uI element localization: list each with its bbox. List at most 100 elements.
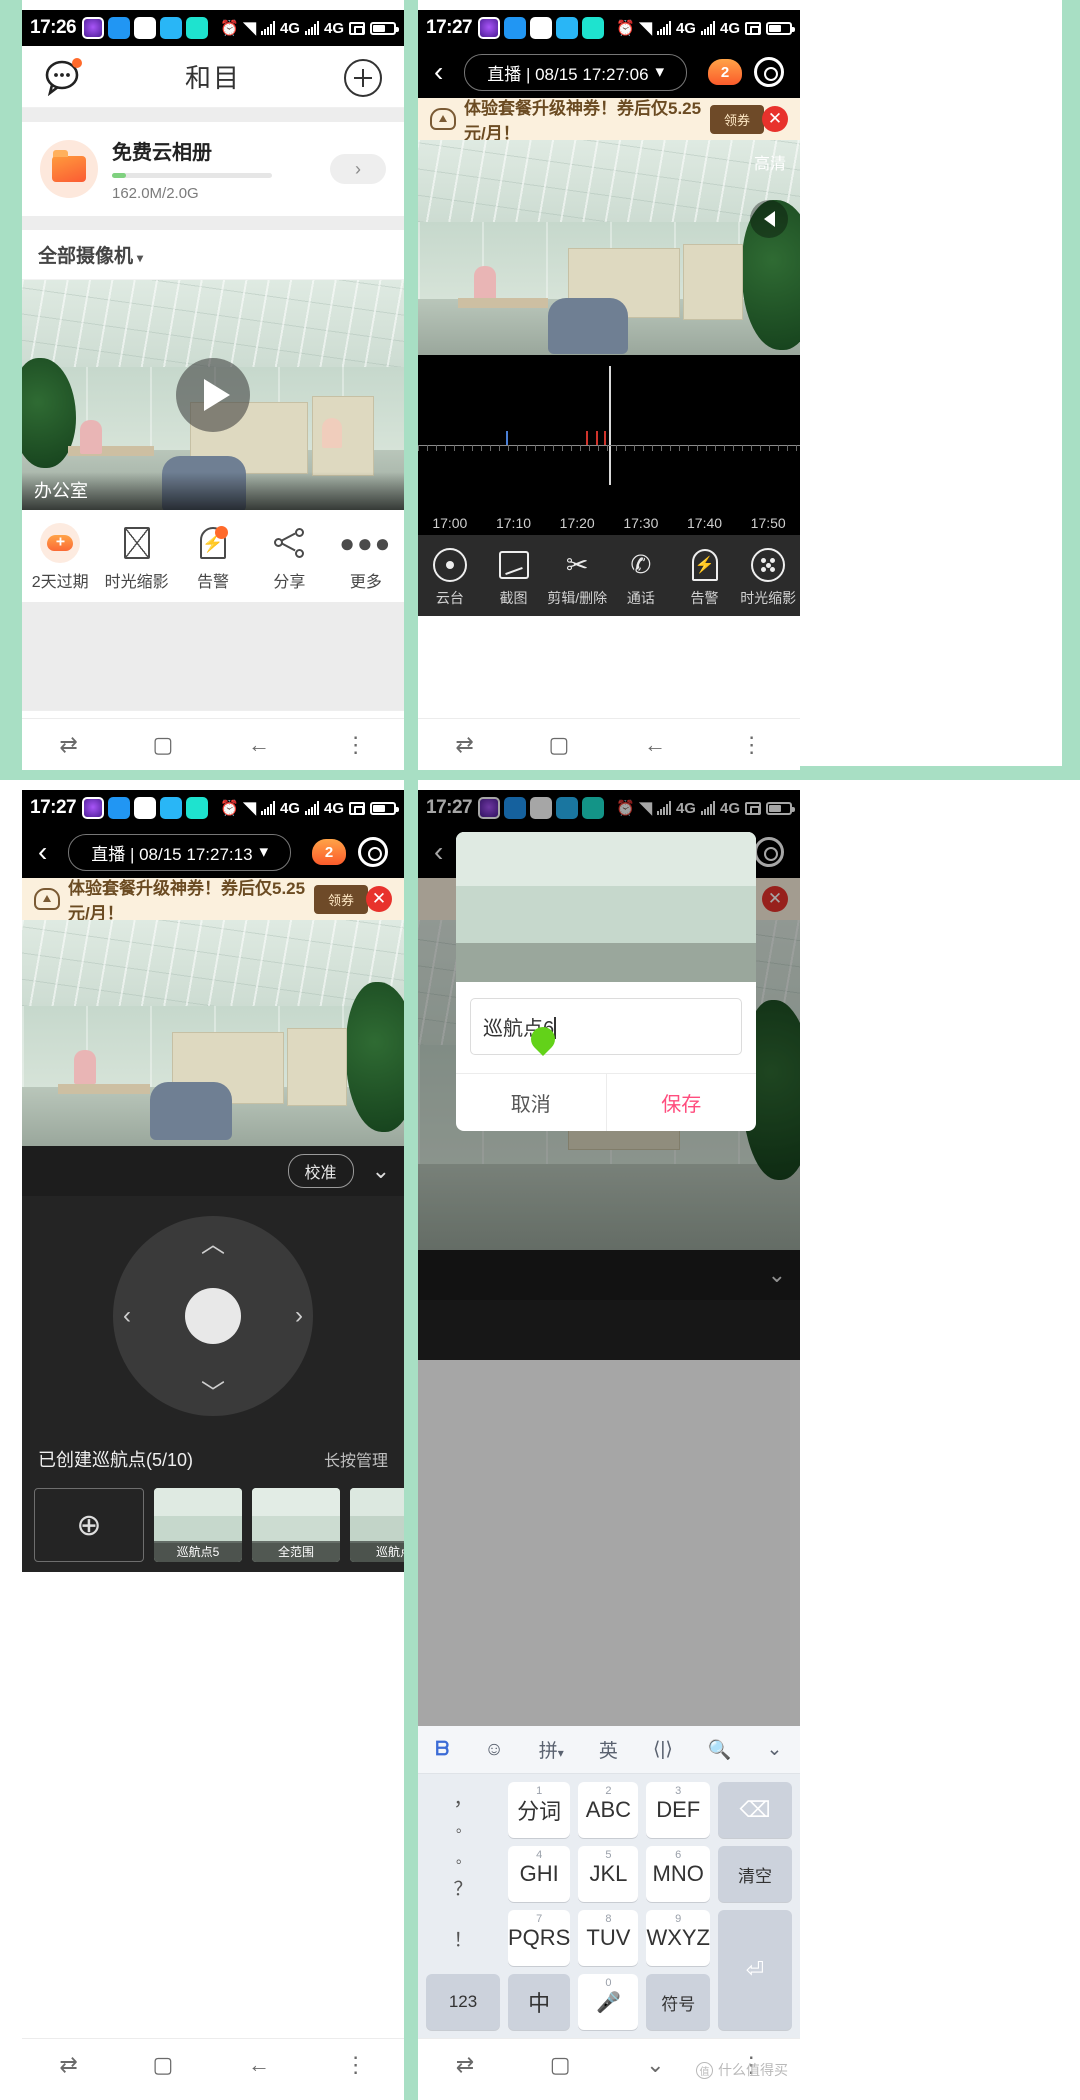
key-fenci[interactable]: 1 分词 — [508, 1782, 571, 1838]
nav-home-icon[interactable]: ▢ — [548, 732, 569, 758]
nav-menu-icon[interactable]: ⋮ — [345, 732, 367, 758]
mic-icon[interactable]: 0 🎤 — [578, 1974, 639, 2030]
tool-clip-delete[interactable]: ✂ 剪辑/删除 — [545, 545, 609, 608]
backspace-icon[interactable]: ⌫ — [718, 1782, 792, 1838]
ad-coupon-button[interactable]: 领券 — [709, 104, 764, 134]
quality-badge[interactable]: 高清 — [754, 150, 786, 174]
camera-filter-dropdown[interactable]: 全部摄像机 ▾ — [22, 230, 404, 280]
action-label: 2天过期 — [31, 574, 89, 591]
nav-home-icon[interactable]: ▢ — [152, 732, 173, 758]
timeline-ticks — [418, 445, 800, 451]
chevron-down-icon[interactable]: ⌄ — [372, 1158, 390, 1184]
key-chinese-switch[interactable]: 中 — [508, 1974, 571, 2030]
ad-banner[interactable]: 体验套餐升级神券！券后仅5.25元/月！ 领券 ✕ — [22, 878, 404, 923]
play-button[interactable] — [176, 358, 250, 432]
emoji-icon[interactable]: ☺ — [484, 1739, 503, 1761]
save-button[interactable]: 保存 — [605, 1074, 757, 1131]
search-icon[interactable]: 🔍 — [708, 1738, 732, 1762]
clipboard-icon[interactable]: ⟨|⟩ — [653, 1738, 673, 1761]
action-alarm[interactable]: ⚡ 告警 — [175, 522, 251, 592]
input-mode-english[interactable]: 英 — [599, 1736, 618, 1763]
status-right: ⏰ ◥ 4G 4G — [220, 18, 399, 38]
ad-coupon-button[interactable]: 领券 — [313, 884, 368, 914]
tool-ptz[interactable]: 云台 — [418, 545, 482, 608]
nav-menu-icon[interactable]: ⋮ — [741, 732, 763, 758]
camera-preview[interactable]: 办公室 — [22, 280, 404, 510]
ad-banner[interactable]: 体验套餐升级神券！券后仅5.25元/月！ 领券 ✕ — [418, 98, 800, 143]
nav-home-icon[interactable]: ▢ — [550, 2052, 571, 2078]
tool-talk[interactable]: ✆ 通话 — [609, 545, 673, 608]
key-ghi[interactable]: 4 GHI — [508, 1846, 571, 1902]
cruise-point-thumb[interactable]: 巡航点 — [350, 1488, 404, 1562]
add-circle-icon[interactable] — [344, 59, 382, 97]
live-time-selector[interactable]: 直播 | 08/15 17:27:06 ▾ — [464, 53, 688, 91]
nav-recent-icon[interactable]: ⇄ — [456, 2052, 474, 2078]
ptz-left-arrow[interactable]: ‹ — [123, 1302, 131, 1330]
tool-alarm[interactable]: ⚡ 告警 — [673, 545, 737, 608]
nav-back-icon[interactable]: ← — [248, 2052, 270, 2078]
timeline[interactable]: 17:00 17:10 17:20 17:30 17:40 17:50 — [418, 355, 800, 535]
chat-bubble-icon[interactable] — [44, 58, 84, 97]
live-time-selector[interactable]: 直播 | 08/15 17:27:13 ▾ — [68, 833, 292, 871]
gear-icon[interactable] — [754, 57, 784, 87]
input-mode-pinyin[interactable]: 拼▾ — [539, 1736, 564, 1763]
cruise-point-thumb[interactable]: 巡航点5 — [154, 1488, 242, 1562]
back-chevron-icon[interactable]: ‹ — [434, 58, 443, 86]
enter-icon[interactable]: ⏎ — [718, 1910, 792, 2030]
key-pqrs[interactable]: 7 PQRS — [508, 1910, 571, 1966]
cloud-badge[interactable]: 2 — [312, 839, 346, 865]
key-punct-question[interactable]: 。？ — [426, 1846, 500, 1902]
key-abc[interactable]: 2 ABC — [578, 1782, 639, 1838]
calibrate-button[interactable]: 校准 — [287, 1154, 354, 1188]
key-punct-comma[interactable]: ，。 — [426, 1782, 500, 1838]
action-share[interactable]: 分享 — [251, 522, 327, 592]
cancel-button[interactable]: 取消 — [456, 1074, 606, 1131]
baidu-logo-icon[interactable]: ᗷ — [436, 1739, 450, 1761]
nav-back-icon[interactable]: ⌄ — [646, 2052, 664, 2078]
nav-back-icon[interactable]: ← — [644, 732, 666, 758]
ptz-control[interactable]: ︿ ﹀ ‹ › — [22, 1196, 404, 1436]
panel-ptz-control: 17:27 ⏰ ◥ 4G 4G ‹ 直播 | 08/15 17:27:13 ▾ … — [22, 790, 404, 2090]
key-jkl[interactable]: 5 JKL — [578, 1846, 639, 1902]
key-123[interactable]: 123 — [426, 1974, 500, 2030]
ptz-up-arrow[interactable]: ︿ — [201, 1224, 225, 1259]
ptz-right-arrow[interactable]: › — [295, 1302, 303, 1330]
speaker-icon[interactable] — [750, 200, 788, 238]
close-icon[interactable]: ✕ — [762, 106, 788, 132]
nav-recent-icon[interactable]: ⇄ — [59, 2052, 77, 2078]
tool-screenshot[interactable]: 截图 — [482, 545, 546, 608]
ptz-knob[interactable] — [185, 1288, 241, 1344]
cloud-badge[interactable]: 2 — [708, 59, 742, 85]
nav-home-icon[interactable]: ▢ — [152, 2052, 173, 2078]
live-video[interactable]: 高清 — [418, 140, 800, 355]
cloud-album-row[interactable]: 免费云相册 162.0M/2.0G › — [22, 122, 404, 216]
key-punct-exclaim[interactable]: ！ — [426, 1910, 500, 1966]
action-cloud-expire[interactable]: 2天过期 — [22, 522, 98, 592]
ptz-down-arrow[interactable]: ﹀ — [201, 1373, 225, 1408]
action-timelapse[interactable]: 时光缩影 — [98, 522, 174, 592]
cruise-point-thumb[interactable]: 全范围 — [252, 1488, 340, 1562]
nav-back-icon[interactable]: ← — [248, 732, 270, 758]
back-chevron-icon[interactable]: ‹ — [38, 838, 47, 866]
nav-recent-icon[interactable]: ⇄ — [59, 732, 77, 758]
ptz-disc[interactable]: ︿ ﹀ ‹ › — [113, 1216, 313, 1416]
live-video[interactable] — [22, 920, 404, 1146]
action-more[interactable]: ●●● 更多 — [328, 522, 404, 592]
key-clear[interactable]: 清空 — [718, 1846, 792, 1902]
key-tuv[interactable]: 8 TUV — [578, 1910, 639, 1966]
cruise-name-input[interactable]: 巡航点6 — [470, 998, 742, 1056]
cloud-album-chevron-button[interactable]: › — [330, 154, 386, 184]
nav-recent-icon[interactable]: ⇄ — [455, 732, 473, 758]
key-wxyz[interactable]: 9 WXYZ — [646, 1910, 710, 1966]
collapse-keyboard-icon[interactable]: ⌄ — [767, 1738, 783, 1761]
timeline-label: 17:10 — [495, 515, 532, 531]
key-def[interactable]: 3 DEF — [646, 1782, 710, 1838]
cruise-manage-hint[interactable]: 长按管理 — [324, 1447, 388, 1471]
key-mno[interactable]: 6 MNO — [646, 1846, 710, 1902]
nav-menu-icon[interactable]: ⋮ — [345, 2052, 367, 2078]
add-cruise-point-button[interactable]: ⊕ — [34, 1488, 144, 1562]
gear-icon[interactable] — [358, 837, 388, 867]
key-symbols[interactable]: 符号 — [646, 1974, 710, 2030]
close-icon[interactable]: ✕ — [366, 886, 392, 912]
tool-timelapse[interactable]: 时光缩影 — [736, 545, 800, 608]
